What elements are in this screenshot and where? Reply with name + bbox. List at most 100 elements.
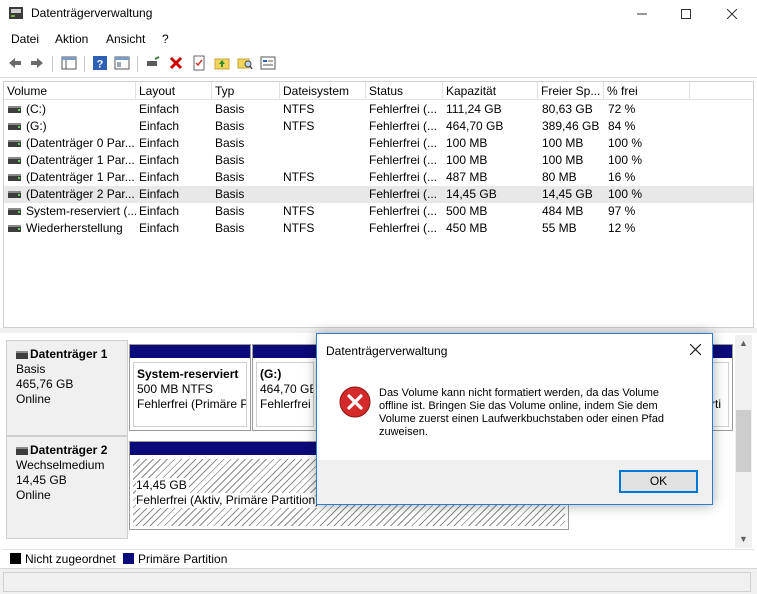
cell-prozent-frei: 12 % <box>608 221 636 235</box>
cell-prozent-frei: 100 % <box>608 153 643 167</box>
cell-layout: Einfach <box>139 204 180 218</box>
volume-row[interactable]: (G:) Einfach Basis NTFS Fehlerfrei (... … <box>4 118 753 135</box>
cell-status: Fehlerfrei (... <box>369 153 438 167</box>
cell-status: Fehlerfrei (... <box>369 136 438 150</box>
properties-icon[interactable] <box>114 55 130 71</box>
disk-label-2[interactable]: Datenträger 2 Wechselmedium 14,45 GB Onl… <box>6 436 128 539</box>
cell-status: Fehlerfrei (... <box>369 170 438 184</box>
cell-volume: (C:) <box>26 102 46 116</box>
column-header-prozent-frei[interactable]: % frei <box>604 82 690 100</box>
disk-type: Basis <box>16 362 46 376</box>
disk-name: Datenträger 2 <box>16 443 127 458</box>
folder-up-icon[interactable] <box>214 55 230 71</box>
disk-label-1[interactable]: Datenträger 1 Basis 465,76 GB Online <box>6 340 128 436</box>
volume-list: Volume Layout Typ Dateisystem Status Kap… <box>3 81 754 328</box>
status-field <box>3 572 751 592</box>
title-bar: Datenträgerverwaltung <box>0 0 757 28</box>
column-header-status[interactable]: Status <box>366 82 443 100</box>
cell-volume: (Datenträger 2 Par... <box>26 187 135 201</box>
cell-status: Fehlerfrei (... <box>369 102 438 116</box>
dialog-title: Datenträgerverwaltung <box>326 344 448 358</box>
forward-arrow-icon[interactable] <box>29 55 45 71</box>
cell-layout: Einfach <box>139 221 180 235</box>
close-button[interactable] <box>709 0 755 28</box>
toolbar-separator <box>84 56 85 72</box>
column-header-layout[interactable]: Layout <box>136 82 212 100</box>
partition-g[interactable]: (G:) 464,70 GB Fehlerfrei ( <box>252 344 318 431</box>
cell-kapazitaet: 500 MB <box>446 204 488 218</box>
cell-layout: Einfach <box>139 119 180 133</box>
cell-typ: Basis <box>215 170 245 184</box>
cell-kapazitaet: 487 MB <box>446 170 488 184</box>
menu-ansicht[interactable]: Ansicht <box>106 32 145 46</box>
error-icon <box>339 386 371 418</box>
column-header-volume[interactable]: Volume <box>4 82 136 100</box>
legend-label-unallocated: Nicht zugeordnet <box>25 552 116 566</box>
volume-row[interactable]: System-reserviert (... Einfach Basis NTF… <box>4 203 753 220</box>
cell-typ: Basis <box>215 102 245 116</box>
volume-icon <box>8 140 21 147</box>
legend-swatch-unallocated <box>10 553 21 564</box>
volume-row[interactable]: (Datenträger 0 Par... Einfach Basis Fehl… <box>4 135 753 152</box>
cell-dateisystem: NTFS <box>283 119 315 133</box>
volume-row[interactable]: (Datenträger 1 Par... Einfach Basis NTFS… <box>4 169 753 186</box>
cell-prozent-frei: 72 % <box>608 102 636 116</box>
volume-icon <box>8 106 21 113</box>
checklist-icon[interactable] <box>191 55 207 71</box>
minimize-button[interactable] <box>619 0 665 28</box>
maximize-button[interactable] <box>663 0 709 28</box>
column-header-kapazitaet[interactable]: Kapazität <box>443 82 538 100</box>
partition-size: 14,45 GB <box>136 478 189 493</box>
connect-icon[interactable] <box>145 55 161 71</box>
cell-dateisystem: NTFS <box>283 102 315 116</box>
cell-prozent-frei: 16 % <box>608 170 636 184</box>
cell-layout: Einfach <box>139 153 180 167</box>
help-icon[interactable]: ? <box>92 55 108 71</box>
cell-volume: (Datenträger 1 Par... <box>26 170 135 184</box>
volume-icon <box>8 157 21 164</box>
volume-row[interactable]: (Datenträger 1 Par... Einfach Basis Fehl… <box>4 152 753 169</box>
search-folder-icon[interactable] <box>237 55 253 71</box>
cell-status: Fehlerfrei (... <box>369 187 438 201</box>
partition-size: 500 MB NTFS <box>137 382 214 396</box>
volume-row[interactable]: Wiederherstellung Einfach Basis NTFS Feh… <box>4 220 753 237</box>
menu-aktion[interactable]: Aktion <box>55 32 88 46</box>
ok-button[interactable]: OK <box>619 470 698 493</box>
scroll-up-arrow-icon[interactable]: ▲ <box>735 335 752 352</box>
cell-kapazitaet: 14,45 GB <box>446 187 497 201</box>
cell-kapazitaet: 100 MB <box>446 153 488 167</box>
scroll-down-arrow-icon[interactable]: ▼ <box>735 531 752 548</box>
cell-dateisystem: NTFS <box>283 221 315 235</box>
scroll-thumb[interactable] <box>736 410 751 472</box>
menu-datei[interactable]: Datei <box>11 32 39 46</box>
back-arrow-icon[interactable] <box>7 55 23 71</box>
cell-kapazitaet: 450 MB <box>446 221 488 235</box>
delete-icon[interactable] <box>168 55 184 71</box>
volume-row[interactable]: (C:) Einfach Basis NTFS Fehlerfrei (... … <box>4 101 753 118</box>
disk-size: 465,76 GB <box>16 377 74 391</box>
wizard-icon[interactable] <box>260 55 276 71</box>
partition-body: System-reserviert 500 MB NTFS Fehlerfrei… <box>133 362 247 427</box>
graph-vertical-scrollbar[interactable]: ▲ ▼ <box>735 335 752 548</box>
cell-prozent-frei: 97 % <box>608 204 636 218</box>
cell-typ: Basis <box>215 187 245 201</box>
cell-kapazitaet: 100 MB <box>446 136 488 150</box>
partition-status: Fehlerfrei ( <box>260 397 314 411</box>
volume-row-selected[interactable]: (Datenträger 2 Par... Einfach Basis Fehl… <box>4 186 753 203</box>
dialog-close-button[interactable] <box>678 334 712 364</box>
menu-bar: Datei Aktion Ansicht ? <box>0 28 757 50</box>
console-tree-icon[interactable] <box>61 55 77 71</box>
column-header-dateisystem[interactable]: Dateisystem <box>280 82 366 100</box>
cell-volume: (Datenträger 0 Par... <box>26 136 135 150</box>
cell-status: Fehlerfrei (... <box>369 221 438 235</box>
cell-volume: Wiederherstellung <box>26 221 123 235</box>
cell-prozent-frei: 84 % <box>608 119 636 133</box>
menu-help[interactable]: ? <box>162 32 169 46</box>
window-title: Datenträgerverwaltung <box>31 6 153 20</box>
column-header-freier-speicher[interactable]: Freier Sp... <box>538 82 604 100</box>
volume-list-header: Volume Layout Typ Dateisystem Status Kap… <box>4 82 753 100</box>
partition-system-reserved[interactable]: System-reserviert 500 MB NTFS Fehlerfrei… <box>129 344 251 431</box>
cell-freier-speicher: 484 MB <box>542 204 584 218</box>
cell-freier-speicher: 80 MB <box>542 170 577 184</box>
column-header-typ[interactable]: Typ <box>212 82 280 100</box>
